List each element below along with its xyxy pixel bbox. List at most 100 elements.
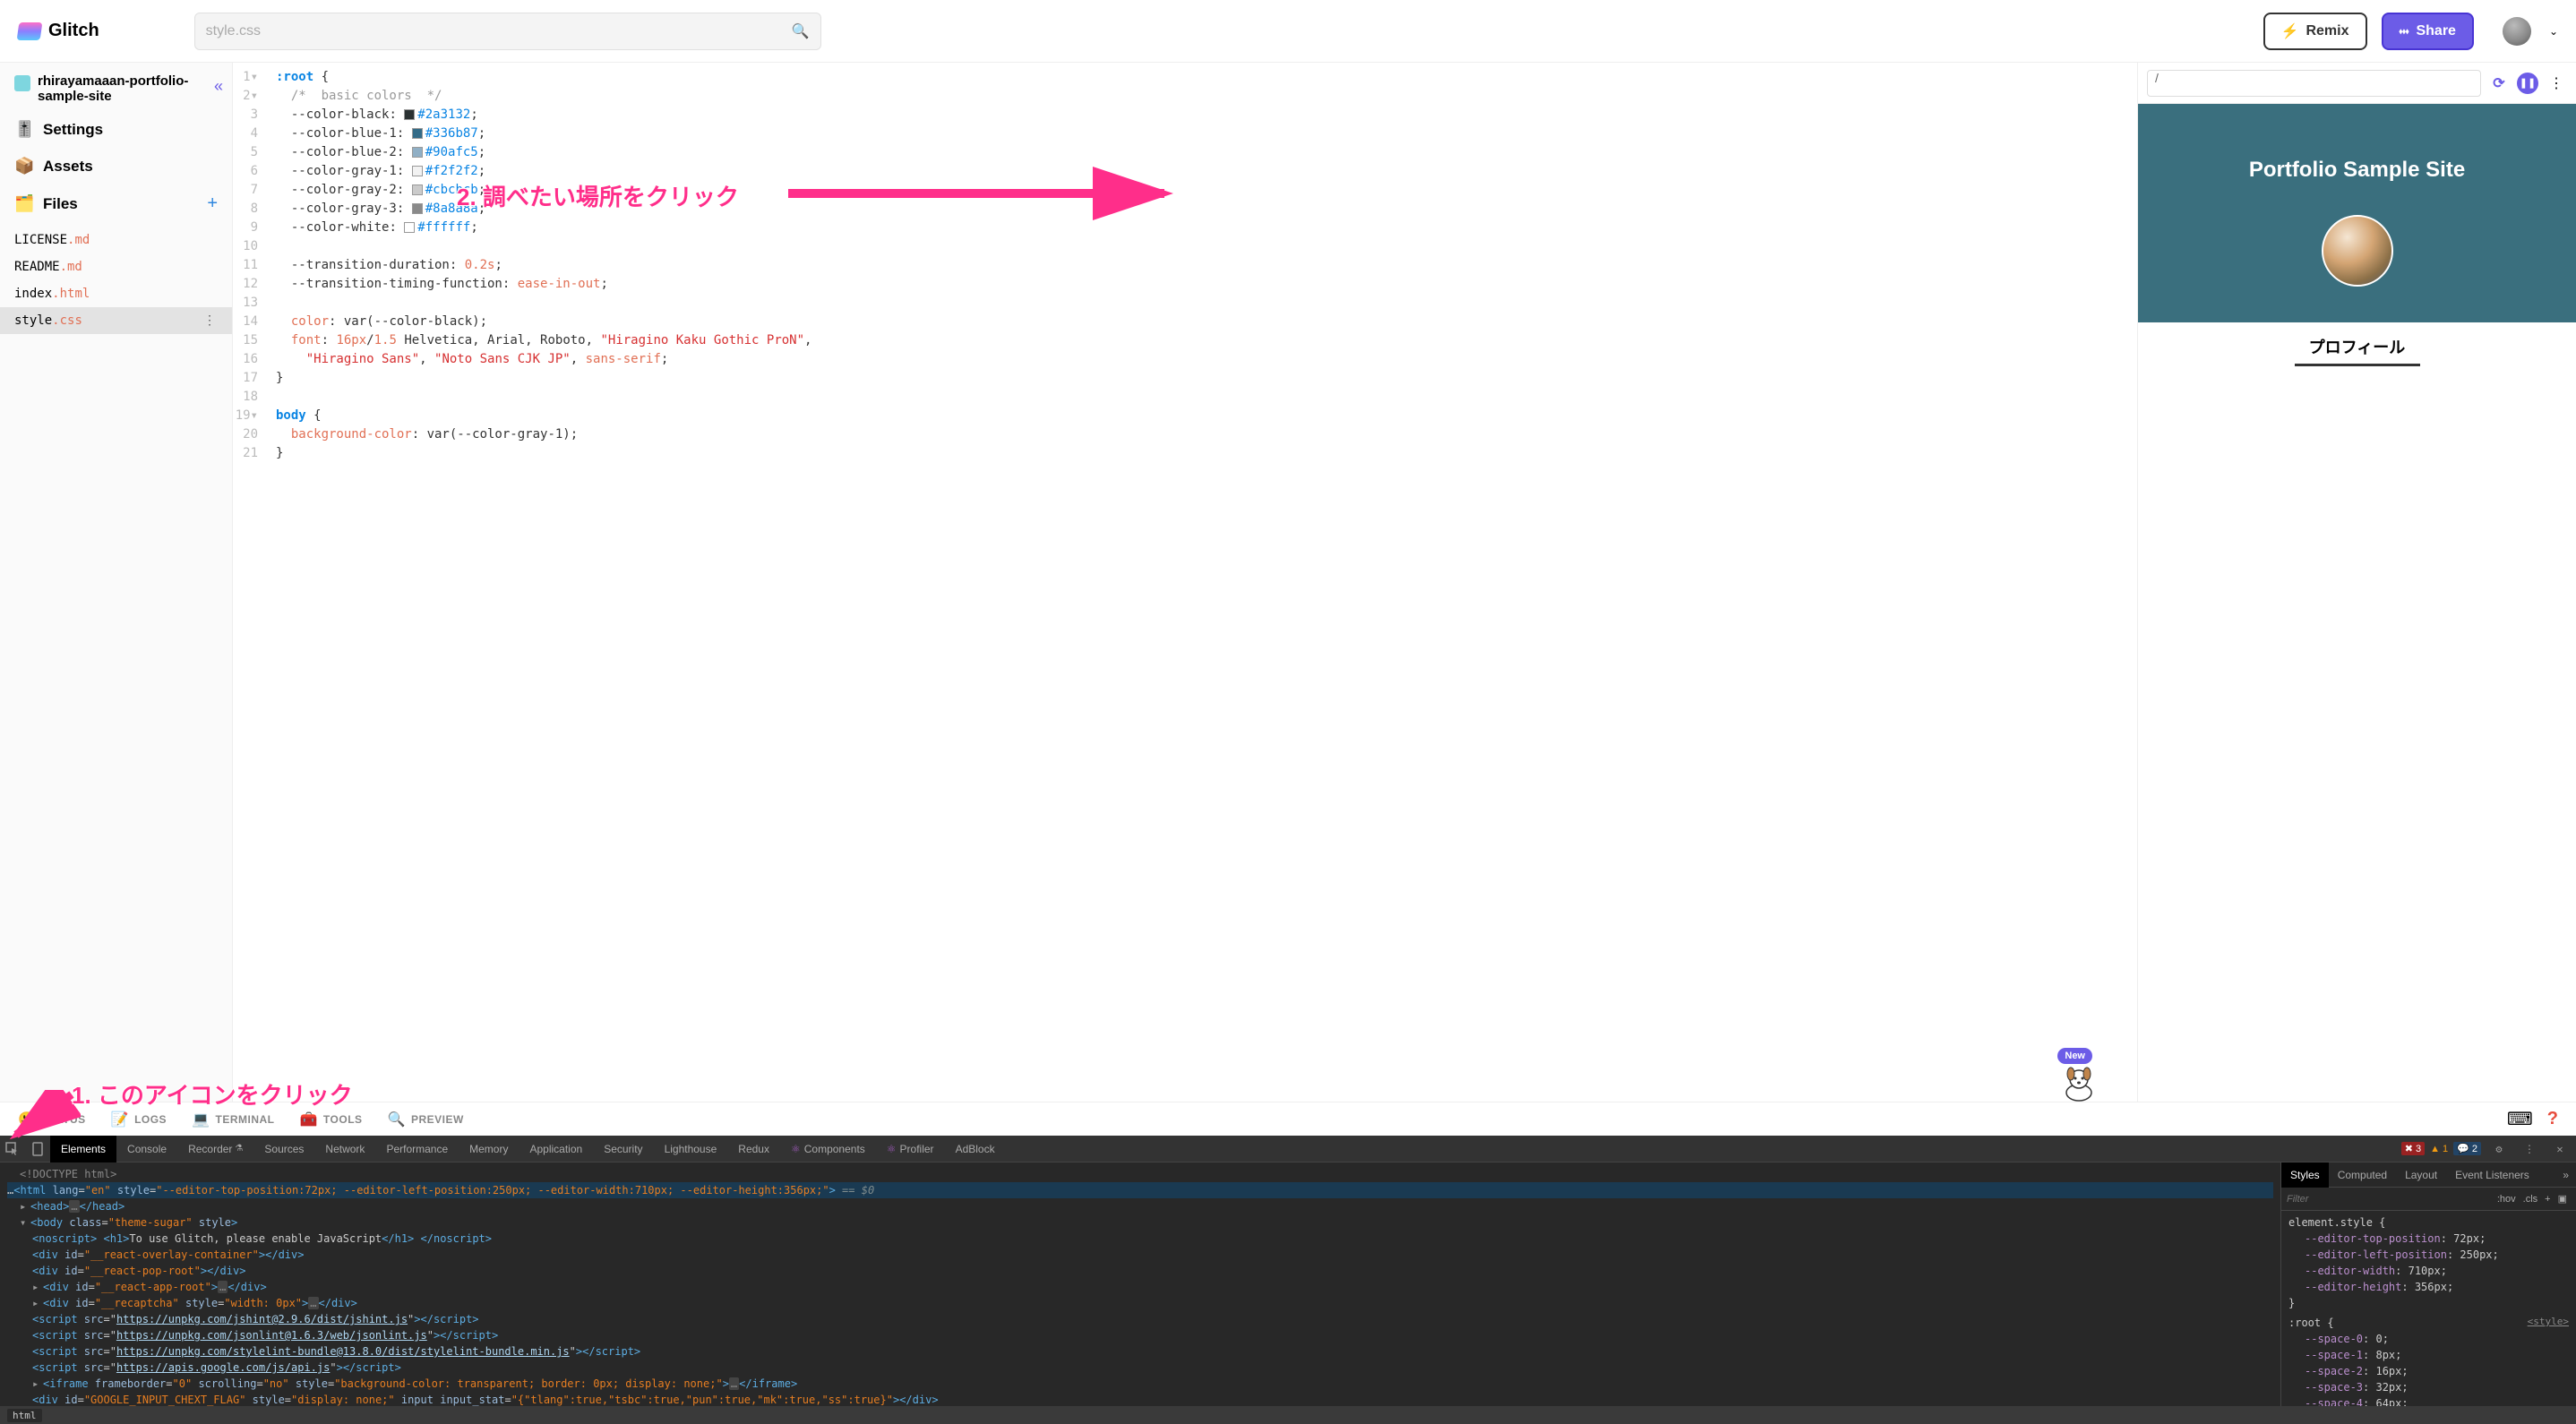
logo[interactable]: Glitch [18, 21, 99, 41]
dom-line[interactable]: <noscript> <h1>To use Glitch, please ena… [7, 1231, 2273, 1247]
warning-badge[interactable]: ▲ 1 [2430, 1144, 2448, 1154]
dom-line[interactable]: ▸<div id="__recaptcha" style="width: 0px… [7, 1295, 2273, 1311]
dom-line[interactable]: <script src="https://unpkg.com/stylelint… [7, 1343, 2273, 1360]
devtools-tab-performance[interactable]: Performance [375, 1136, 459, 1162]
dom-line[interactable]: <div id="__react-pop-root"></div> [7, 1263, 2273, 1279]
styles-tab-styles[interactable]: Styles [2281, 1162, 2329, 1188]
remix-button[interactable]: ⚡ Remix [2263, 13, 2367, 50]
preview-button[interactable]: 🔍PREVIEW [388, 1111, 464, 1128]
styles-rules[interactable]: element.style { --editor-top-position: 7… [2281, 1211, 2576, 1406]
search-icon: 🔍 [792, 22, 810, 40]
dom-line[interactable]: ▾<body class="theme-sugar" style> [7, 1214, 2273, 1231]
devtools-tab-elements[interactable]: Elements [50, 1136, 116, 1162]
file-item[interactable]: index.html [0, 280, 232, 307]
devtools-tab-recorder[interactable]: Recorder⚗ [177, 1136, 253, 1162]
help-icon[interactable]: ? [2547, 1109, 2558, 1129]
glitch-icon [17, 22, 43, 40]
search-input[interactable]: style.css 🔍 [194, 13, 821, 50]
devtools-menu-icon[interactable]: ⋮ [2517, 1137, 2542, 1162]
devtools-tab-profiler[interactable]: ⚛Profiler [876, 1136, 945, 1162]
devtools-tab-network[interactable]: Network [314, 1136, 375, 1162]
devtools-settings-icon[interactable]: ⚙ [2486, 1137, 2512, 1162]
dom-line[interactable]: ▸<div id="__react-app-root">…</div> [7, 1279, 2273, 1295]
sidebar-settings[interactable]: 🎚️ Settings [0, 111, 232, 148]
assets-icon: 📦 [14, 157, 32, 176]
chevron-down-icon[interactable]: ⌄ [2549, 25, 2558, 38]
styles-filter-input[interactable] [2287, 1194, 2494, 1205]
preview-content[interactable]: Portfolio Sample Site プロフィール [2138, 104, 2576, 1102]
styles-panel: Styles Computed Layout Event Listeners »… [2280, 1162, 2576, 1406]
devtools-breadcrumb[interactable]: html [0, 1406, 2576, 1424]
preview-menu-icon[interactable]: ⋮ [2546, 73, 2567, 94]
devtools-tab-memory[interactable]: Memory [459, 1136, 519, 1162]
code-content[interactable]: :root { /* basic colors */ --color-black… [233, 63, 2137, 463]
inspect-element-icon[interactable] [0, 1137, 25, 1162]
hov-toggle[interactable]: :hov [2494, 1194, 2520, 1205]
cls-toggle[interactable]: .cls [2520, 1194, 2542, 1205]
devtools-tab-console[interactable]: Console [116, 1136, 177, 1162]
terminal-button[interactable]: 💻TERMINAL [192, 1111, 274, 1128]
devtools-tab-sources[interactable]: Sources [253, 1136, 314, 1162]
info-badge[interactable]: 💬 2 [2453, 1142, 2481, 1155]
devtools-tab-security[interactable]: Security [593, 1136, 653, 1162]
styles-tab-event[interactable]: Event Listeners [2446, 1162, 2538, 1188]
elements-tree[interactable]: <!DOCTYPE html> …<html lang="en" style="… [0, 1162, 2280, 1406]
preview-tab[interactable]: プロフィール [2138, 322, 2576, 364]
add-file-button[interactable]: + [207, 193, 218, 214]
devtools-tab-lighthouse[interactable]: Lighthouse [654, 1136, 728, 1162]
project-name-row[interactable]: rhirayamaaan-portfolio-sample-site [0, 63, 232, 111]
file-item[interactable]: LICENSE.md [0, 227, 232, 253]
devtools-tab-application[interactable]: Application [519, 1136, 593, 1162]
preview-icon: 🔍 [388, 1111, 406, 1128]
project-icon [14, 75, 30, 91]
devtools-tab-components[interactable]: ⚛Components [780, 1136, 876, 1162]
terminal-icon: 💻 [192, 1111, 210, 1128]
collapse-sidebar-button[interactable]: « [214, 77, 223, 96]
sidebar: « rhirayamaaan-portfolio-sample-site 🎚️ … [0, 63, 233, 1102]
devtools-close-icon[interactable]: ✕ [2547, 1137, 2572, 1162]
settings-icon: 🎚️ [14, 120, 32, 139]
dom-line[interactable]: ▸<iframe frameborder="0" scrolling="no" … [7, 1376, 2273, 1392]
sidebar-assets[interactable]: 📦 Assets [0, 148, 232, 184]
dom-line[interactable]: <div id="__react-overlay-container"></di… [7, 1247, 2273, 1263]
status-icon: 😃 [18, 1111, 36, 1128]
dom-line[interactable]: <script src="https://unpkg.com/jsonlint@… [7, 1327, 2273, 1343]
preview-url-input[interactable]: / [2147, 70, 2481, 97]
styles-tabs-more-icon[interactable]: » [2555, 1169, 2576, 1181]
devtools-tab-redux[interactable]: Redux [727, 1136, 780, 1162]
logs-button[interactable]: 📝LOGS [111, 1111, 167, 1128]
keyboard-icon[interactable]: ⌨ [2507, 1108, 2533, 1130]
search-value: style.css [206, 23, 792, 39]
logs-icon: 📝 [111, 1111, 129, 1128]
device-toggle-icon[interactable] [25, 1137, 50, 1162]
preview-title: Portfolio Sample Site [2147, 158, 2567, 183]
file-item-active[interactable]: style.css ⋮ [0, 307, 232, 334]
sidebar-files-header[interactable]: 🗂️ Files + [0, 184, 232, 223]
preview-tab-underline [2295, 364, 2420, 366]
share-button[interactable]: ⬪⬪⬪ Share [2382, 13, 2474, 50]
pause-icon[interactable]: ❚❚ [2517, 73, 2538, 94]
devtools-tab-adblock[interactable]: AdBlock [945, 1136, 1006, 1162]
code-editor[interactable]: 1▾2▾345678910111213141516171819▾2021 :ro… [233, 63, 2137, 1102]
dom-line[interactable]: <div id="GOOGLE_INPUT_CHEXT_FLAG" style=… [7, 1392, 2273, 1406]
user-avatar[interactable] [2503, 17, 2531, 46]
styles-tab-layout[interactable]: Layout [2396, 1162, 2446, 1188]
devtools-panel: Elements Console Recorder⚗ Sources Netwo… [0, 1136, 2576, 1424]
styles-tab-computed[interactable]: Computed [2329, 1162, 2396, 1188]
dom-html-selected[interactable]: …<html lang="en" style="--editor-top-pos… [7, 1182, 2273, 1198]
refresh-icon[interactable]: ⟳ [2488, 73, 2510, 94]
add-rule-icon[interactable]: + [2541, 1194, 2554, 1205]
dom-line[interactable]: <script src="https://apis.google.com/js/… [7, 1360, 2273, 1376]
line-gutter: 1▾2▾345678910111213141516171819▾2021 [233, 63, 269, 463]
top-bar: Glitch style.css 🔍 ⚡ Remix ⬪⬪⬪ Share ⌄ [0, 0, 2576, 63]
file-menu-icon[interactable]: ⋮ [203, 313, 218, 328]
tools-button[interactable]: 🧰TOOLS [300, 1111, 363, 1128]
status-button[interactable]: 😃STATUS [18, 1111, 86, 1128]
toggle-sidebar-icon[interactable]: ▣ [2555, 1193, 2571, 1205]
error-badge[interactable]: ✖ 3 [2401, 1142, 2425, 1155]
lightning-icon: ⚡ [2281, 22, 2299, 40]
dom-line[interactable]: <script src="https://unpkg.com/jshint@2.… [7, 1311, 2273, 1327]
devtools-tabs: Elements Console Recorder⚗ Sources Netwo… [0, 1136, 2576, 1162]
file-item[interactable]: README.md [0, 253, 232, 280]
dom-line[interactable]: ▸<head>…</head> [7, 1198, 2273, 1214]
